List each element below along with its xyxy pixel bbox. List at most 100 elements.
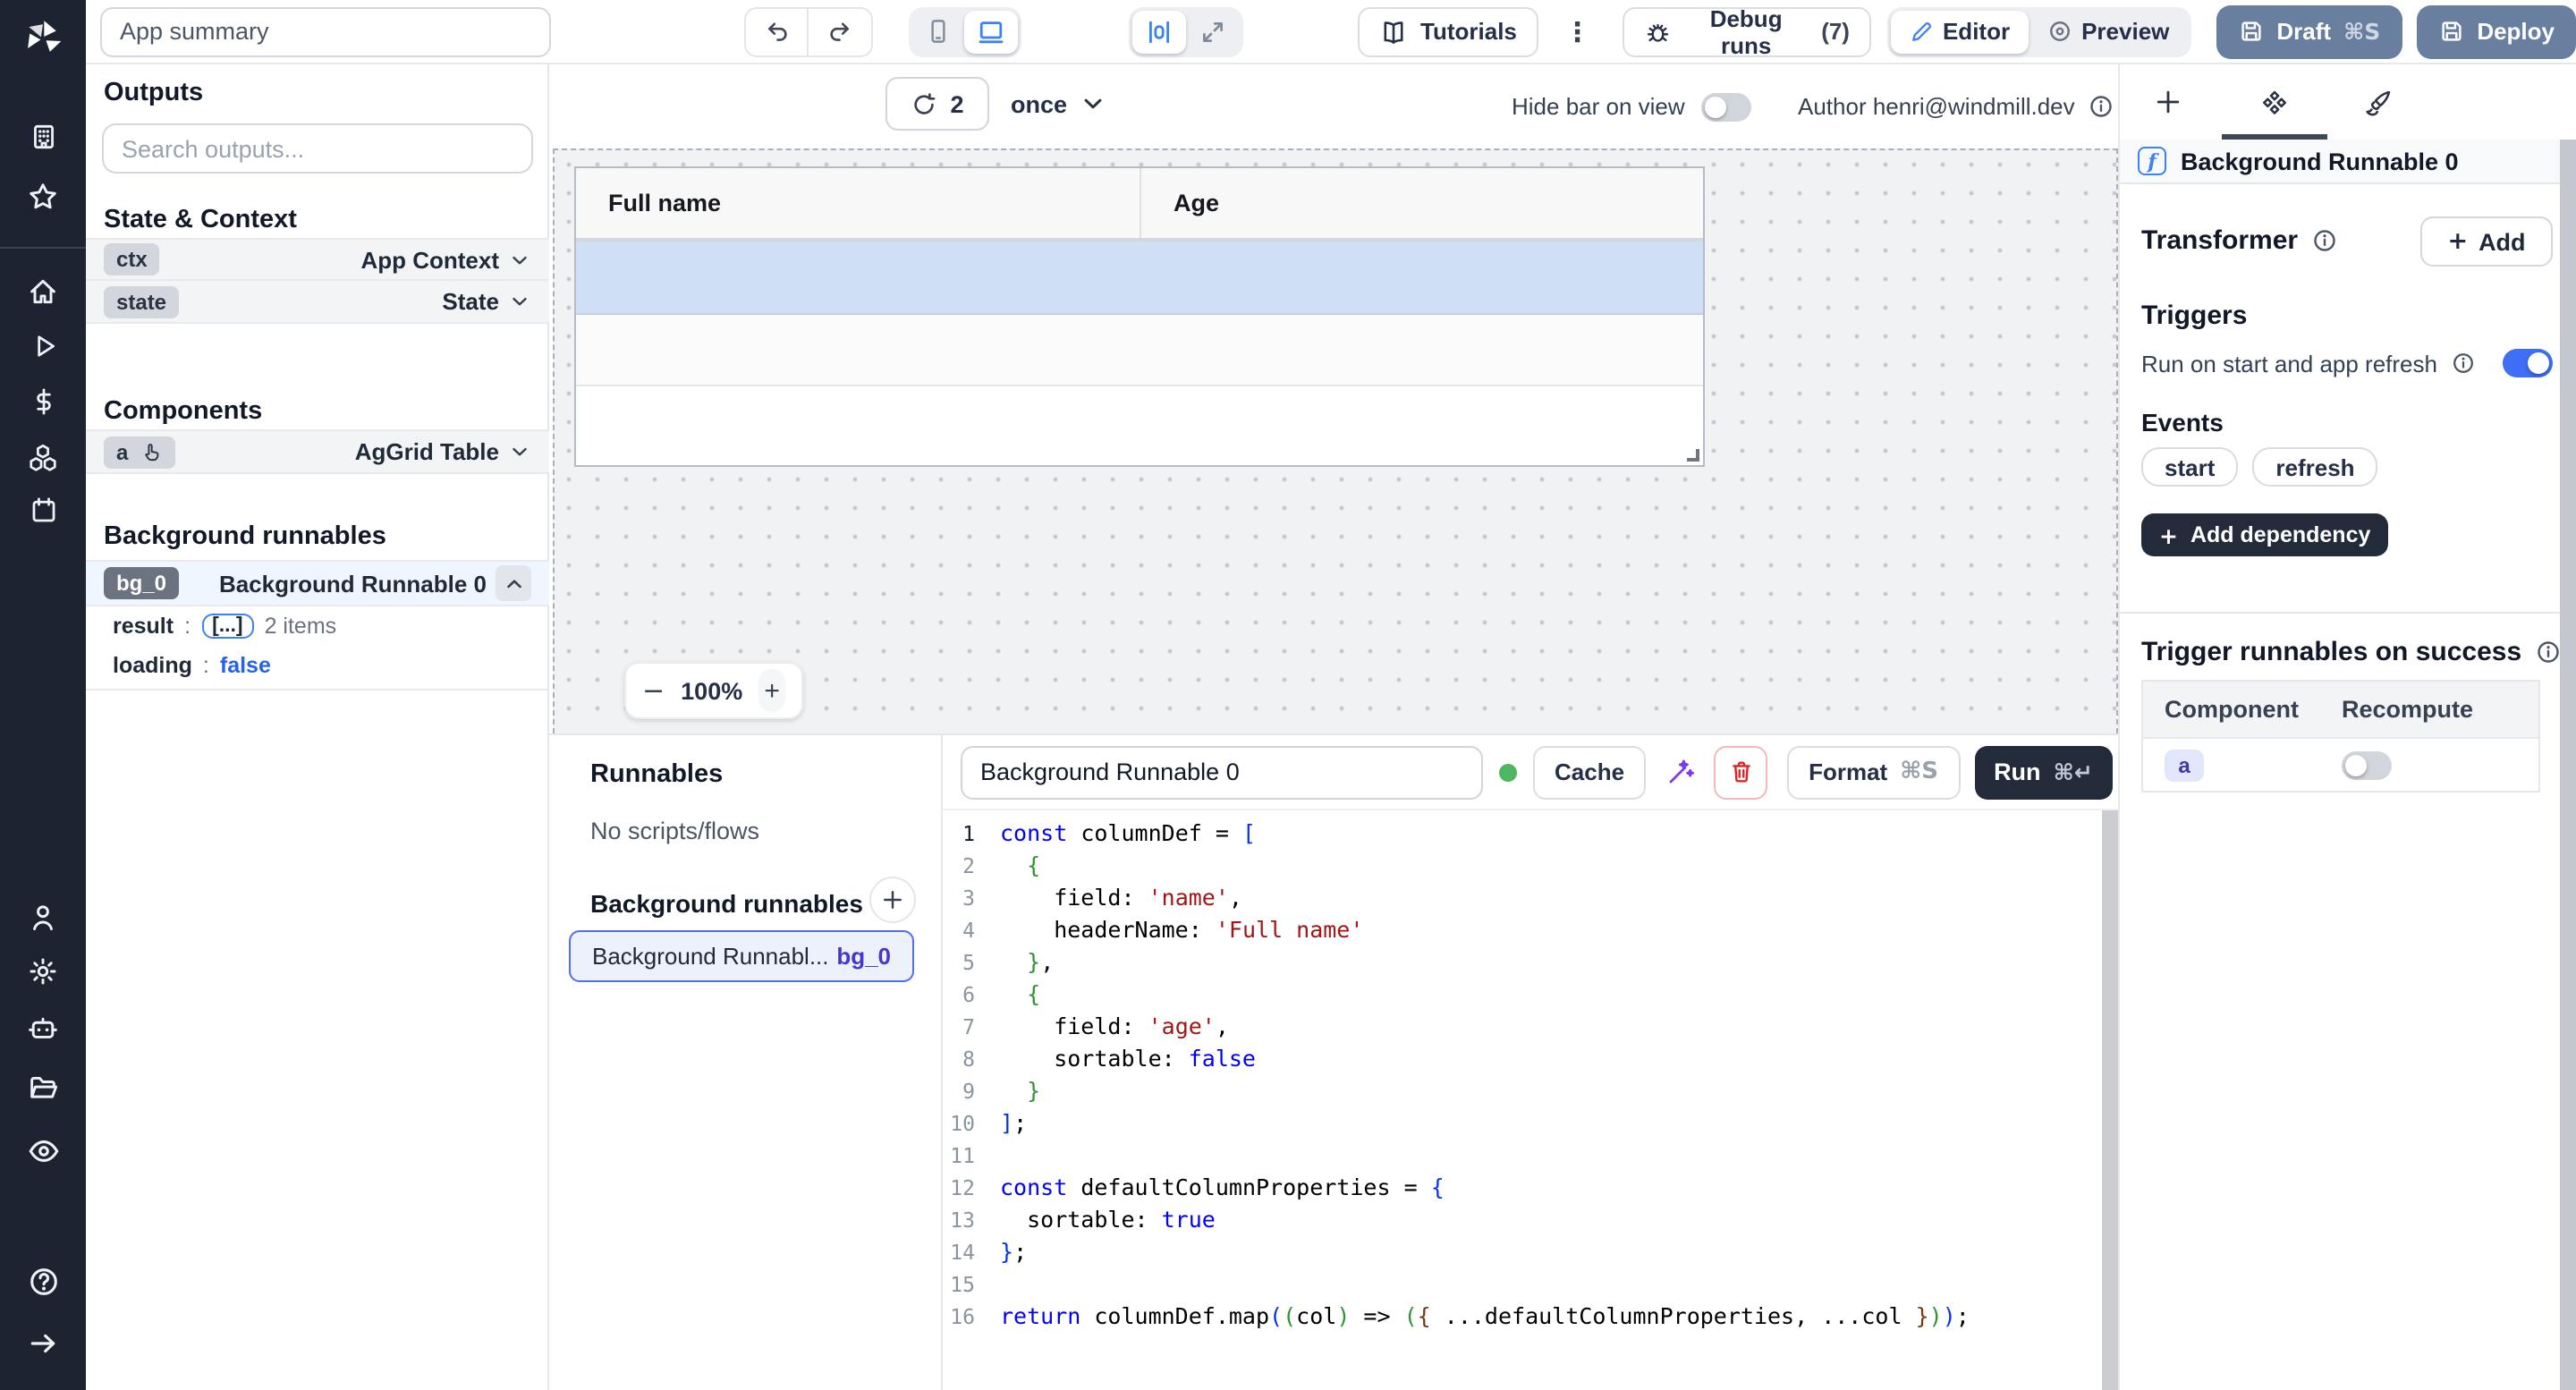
plus-glyph: + [2159,521,2178,548]
settings-header-title: Background Runnable 0 [2181,148,2459,174]
buildings-icon[interactable] [0,113,86,159]
app-canvas: 2 once Hide bar on view Author henri@win… [549,64,2118,733]
fullscreen-button[interactable] [1186,10,1240,53]
redo-icon [826,18,853,45]
mobile-view-button[interactable] [912,10,964,53]
draft-button[interactable]: Draft ⌘S [2216,4,2402,58]
zoom-out-button[interactable]: − [642,674,665,707]
refresh-count: 2 [950,90,963,117]
format-button[interactable]: Format ⌘S [1787,745,1960,799]
ctx-type-label: App Context [360,246,499,273]
expand-result-button[interactable]: [...] [201,614,254,639]
component-column-header: Component [2143,696,2342,723]
debug-runs-button[interactable]: Debug runs (7) [1622,6,1871,56]
add-dependency-button[interactable]: + Add dependency [2141,513,2388,556]
run-on-start-toggle[interactable] [2503,349,2553,377]
tab-preview[interactable]: Preview [2028,10,2187,53]
windmill-app-editor: Tutorials ⋮ Debug runs (7) Editor Previe… [0,0,2576,1390]
draft-label: Draft [2276,18,2331,45]
output-row-bg0[interactable]: bg_0 Background Runnable 0 [86,560,549,606]
more-menu-button[interactable]: ⋮ [1562,15,1593,47]
settings-scrollbar[interactable] [2560,140,2576,1390]
schedule-dropdown[interactable]: once [1011,77,1105,131]
ai-wand-button[interactable] [1665,757,1696,787]
app-summary-input[interactable] [100,6,550,56]
runs-play-icon[interactable] [0,322,86,369]
paintbrush-icon [2362,87,2393,117]
windmill-logo-icon[interactable] [0,16,86,63]
center-align-button[interactable] [1132,10,1186,53]
variables-dollar-icon[interactable] [0,377,86,424]
editor-tab-label: Editor [1943,18,2010,45]
info-icon [2088,93,2114,120]
bg0-badge: bg_0 [104,567,179,599]
add-runnable-button[interactable] [869,877,916,923]
workers-robot-icon[interactable] [0,1005,86,1052]
tab-editor[interactable]: Editor [1891,10,2028,53]
deploy-button[interactable]: Deploy [2416,4,2576,58]
info-icon [2310,227,2337,254]
runnable-item-bg0[interactable]: Background Runnabl... bg_0 [569,930,914,982]
user-icon[interactable] [0,894,86,941]
zoom-in-button[interactable]: + [758,669,785,712]
component-a-type: AgGrid Table [355,438,499,465]
runnable-name-input[interactable] [961,745,1483,799]
output-row-component-a[interactable]: a AgGrid Table [86,429,549,474]
tab-insert-plus[interactable] [2132,64,2204,140]
hand-pointer-icon [139,440,162,463]
collapse-arrow-right-icon[interactable] [0,1320,86,1367]
redo-button[interactable] [809,8,871,55]
star-icon[interactable] [0,174,86,220]
plus-icon [880,887,905,912]
cache-button[interactable]: Cache [1533,745,1646,799]
desktop-icon [977,17,1005,46]
help-icon[interactable] [0,1258,86,1304]
undo-button[interactable] [745,8,809,55]
schedule-value: once [1011,90,1067,117]
tab-styling[interactable] [2342,64,2413,140]
resources-cubes-icon[interactable] [0,435,86,481]
recompute-toggle[interactable] [2342,750,2392,779]
table-row[interactable] [576,315,1703,386]
schedules-calendar-icon[interactable] [0,487,86,533]
transformer-label: Transformer [2141,225,2298,256]
run-button[interactable]: Run ⌘↵ [1974,745,2113,799]
result-label: result [113,614,174,639]
search-outputs-input[interactable] [102,123,533,174]
refresh-count-button[interactable]: 2 [886,77,989,131]
canvas-grid[interactable]: Full name Age − 100% + [553,148,2118,733]
format-shortcut: ⌘S [1900,759,1938,785]
output-row-ctx[interactable]: ctx App Context [86,238,549,281]
expand-icon [1199,17,1227,46]
folders-icon[interactable] [0,1064,86,1111]
settings-gear-icon[interactable] [0,948,86,995]
layout-tools-group [1129,6,1243,56]
zoom-level: 100% [681,677,742,704]
code-scrollbar[interactable] [2102,810,2118,1390]
hide-bar-label: Hide bar on view [1512,93,1685,120]
output-row-state[interactable]: state State [86,281,549,324]
event-chip-start[interactable]: start [2141,447,2238,487]
event-chip-refresh[interactable]: refresh [2252,447,2377,487]
tutorials-label: Tutorials [1420,18,1517,45]
audit-eye-icon[interactable] [0,1127,86,1174]
column-header-age[interactable]: Age [1140,168,1703,238]
components-title: Components [104,397,262,426]
home-icon[interactable] [0,268,86,315]
ctx-badge: ctx [104,243,160,275]
add-transformer-button[interactable]: + Add [2420,216,2553,267]
tab-components[interactable] [2238,64,2309,140]
tutorials-button[interactable]: Tutorials [1358,6,1538,56]
bg-runnables-title: Background runnables [590,889,901,918]
collapse-row-button[interactable] [496,565,531,601]
resize-handle[interactable] [1687,449,1699,462]
table-row-selected[interactable] [576,242,1703,315]
code-lines[interactable]: 1const columnDef = [2 {3 field: 'name',4… [943,810,2102,1390]
aggrid-table-component[interactable]: Full name Age [574,166,1705,467]
refresh-icon [911,90,937,117]
column-header-full-name[interactable]: Full name [576,168,1140,238]
desktop-view-button[interactable] [964,10,1018,53]
delete-runnable-button[interactable] [1714,745,1767,799]
trigger-success-label: Trigger runnables on success [2141,637,2521,667]
hide-bar-toggle[interactable] [1701,92,1751,121]
